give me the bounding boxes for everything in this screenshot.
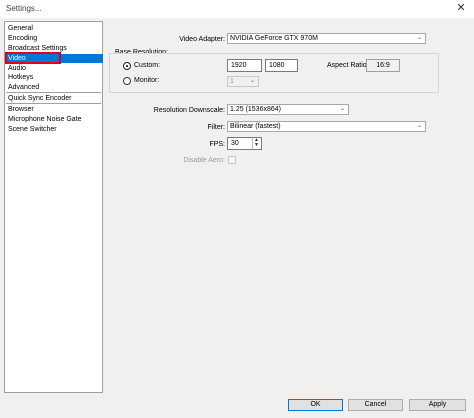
video-adapter-dropdown[interactable]: NVIDIA GeForce GTX 970M ⌄: [227, 33, 426, 44]
custom-height-input[interactable]: 1080: [265, 59, 298, 72]
sidebar-item-broadcast-settings[interactable]: Broadcast Settings: [6, 44, 103, 53]
sidebar-item-quick-sync-encoder[interactable]: Quick Sync Encoder: [6, 94, 103, 103]
custom-label: Custom:: [134, 62, 161, 69]
sidebar-item-audio[interactable]: Audio: [6, 64, 103, 73]
filter-dropdown[interactable]: Bilinear (fastest) ⌄: [227, 121, 426, 132]
sidebar-item-microphone-noise-gate[interactable]: Microphone Noise Gate: [6, 115, 103, 124]
settings-window: Settings... ✕ General Encoding Broadcast…: [0, 0, 474, 418]
monitor-radio[interactable]: [123, 77, 131, 85]
filter-label: Filter:: [207, 124, 226, 131]
sidebar-item-browser[interactable]: Browser: [6, 105, 103, 114]
title-bar: Settings... ✕: [0, 0, 474, 18]
video-adapter-label: Video Adapter:: [179, 36, 225, 43]
disable-aero-label: Disable Aero:: [183, 157, 225, 164]
fps-spinbox[interactable]: 30 ▲ ▼: [227, 137, 262, 150]
spin-down-icon[interactable]: ▼: [254, 143, 259, 148]
apply-button[interactable]: Apply: [409, 399, 466, 411]
fps-value: 30: [231, 140, 239, 147]
sidebar-item-video[interactable]: Video: [6, 54, 103, 63]
cancel-button[interactable]: Cancel: [348, 399, 403, 411]
fps-label: FPS:: [209, 141, 225, 148]
resolution-downscale-value: 1.25 (1536x864): [230, 106, 281, 113]
monitor-label: Monitor:: [134, 77, 160, 84]
sidebar-item-general[interactable]: General: [6, 24, 103, 33]
fps-spin-arrows[interactable]: ▲ ▼: [252, 138, 261, 149]
chevron-down-icon: ⌄: [416, 123, 422, 129]
sidebar-item-encoding[interactable]: Encoding: [6, 34, 103, 43]
custom-width-input[interactable]: 1920: [227, 59, 262, 72]
chevron-down-icon: ⌄: [416, 35, 422, 41]
custom-radio[interactable]: [123, 62, 131, 70]
sidebar-item-hotkeys[interactable]: Hotkeys: [6, 73, 103, 82]
settings-category-list: General Encoding Broadcast Settings Vide…: [4, 21, 103, 393]
monitor-value: 1: [230, 78, 234, 85]
sidebar-divider: [6, 103, 101, 104]
resolution-downscale-label: Resolution Downscale:: [153, 107, 225, 114]
chevron-down-icon: ⌄: [249, 78, 255, 84]
aspect-ratio-label: Aspect Ratio:: [327, 62, 369, 69]
chevron-down-icon: ⌄: [339, 106, 345, 112]
video-adapter-value: NVIDIA GeForce GTX 970M: [230, 35, 318, 42]
sidebar-item-advanced[interactable]: Advanced: [6, 83, 103, 92]
window-title: Settings...: [6, 4, 42, 13]
resolution-downscale-dropdown[interactable]: 1.25 (1536x864) ⌄: [227, 104, 349, 115]
ok-button[interactable]: OK: [288, 399, 343, 411]
filter-value: Bilinear (fastest): [230, 123, 281, 130]
sidebar-item-scene-switcher[interactable]: Scene Switcher: [6, 125, 103, 134]
sidebar-divider: [6, 92, 101, 93]
monitor-dropdown[interactable]: 1 ⌄: [227, 76, 259, 87]
close-icon[interactable]: ✕: [454, 1, 468, 15]
disable-aero-checkbox[interactable]: [228, 156, 236, 164]
aspect-ratio-value: 16:9: [366, 59, 400, 72]
